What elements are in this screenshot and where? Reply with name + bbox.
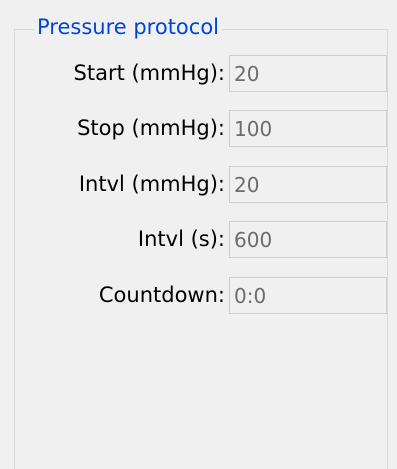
interval-mmhg-label: Intvl (mmHg): [78, 172, 225, 196]
start-label: Start (mmHg): [73, 61, 225, 85]
interval-mmhg-field[interactable] [229, 166, 387, 203]
stop-field[interactable] [229, 110, 387, 147]
groupbox-title: Pressure protocol [34, 13, 223, 41]
countdown-label: Countdown: [98, 283, 225, 307]
countdown-field[interactable] [229, 277, 387, 314]
stop-label: Stop (mmHg): [77, 116, 225, 140]
interval-seconds-label: Intvl (s): [137, 227, 225, 251]
interval-seconds-field[interactable] [229, 221, 387, 258]
start-field[interactable] [229, 55, 387, 92]
